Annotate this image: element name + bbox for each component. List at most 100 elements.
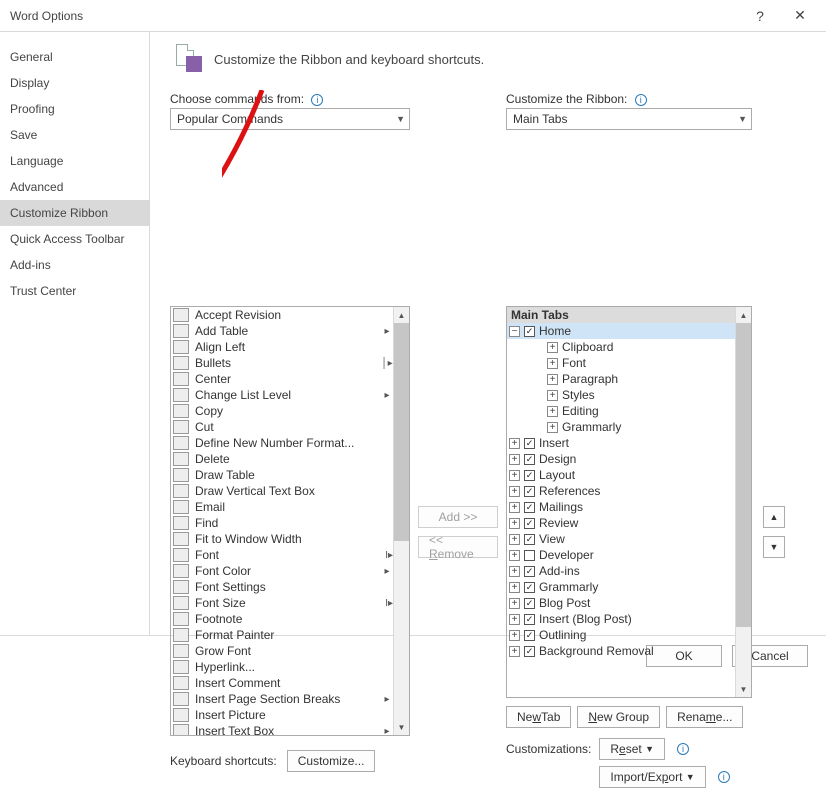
command-item[interactable]: Cut <box>171 419 393 435</box>
info-icon[interactable]: i <box>635 94 647 106</box>
new-tab-button[interactable]: New Tab <box>506 706 571 728</box>
expand-icon[interactable]: + <box>509 502 520 513</box>
checkbox[interactable]: ✓ <box>524 486 535 497</box>
commands-scrollbar[interactable]: ▲ ▼ <box>393 307 409 735</box>
expand-icon[interactable]: + <box>509 470 520 481</box>
command-item[interactable]: Accept Revision <box>171 307 393 323</box>
checkbox[interactable]: ✓ <box>524 598 535 609</box>
new-group-button[interactable]: New Group <box>577 706 660 728</box>
sidebar-item-customize-ribbon[interactable]: Customize Ribbon <box>0 200 149 226</box>
tree-subitem[interactable]: +Paragraph <box>507 371 735 387</box>
expand-icon[interactable]: + <box>509 630 520 641</box>
close-button[interactable]: ✕ <box>780 2 820 30</box>
expand-icon[interactable]: + <box>547 390 558 401</box>
expand-icon[interactable]: + <box>509 582 520 593</box>
tree-item[interactable]: +✓Outlining <box>507 627 735 643</box>
tree-item[interactable]: +✓Layout <box>507 467 735 483</box>
tree-scrollbar[interactable]: ▲ ▼ <box>735 307 751 697</box>
sidebar-item-trust[interactable]: Trust Center <box>0 278 149 304</box>
checkbox[interactable]: ✓ <box>524 614 535 625</box>
command-item[interactable]: Add Table▸ <box>171 323 393 339</box>
info-icon[interactable]: i <box>677 743 689 755</box>
tree-item[interactable]: +✓Add-ins <box>507 563 735 579</box>
expand-icon[interactable]: + <box>547 342 558 353</box>
sidebar-item-advanced[interactable]: Advanced <box>0 174 149 200</box>
expand-icon[interactable]: + <box>509 566 520 577</box>
expand-icon[interactable]: + <box>509 598 520 609</box>
checkbox[interactable]: ✓ <box>524 438 535 449</box>
expand-icon[interactable]: + <box>509 534 520 545</box>
commands-listbox[interactable]: Accept RevisionAdd Table▸Align LeftBulle… <box>170 306 410 736</box>
command-item[interactable]: Font Settings <box>171 579 393 595</box>
checkbox[interactable]: ✓ <box>524 646 535 657</box>
info-icon[interactable]: i <box>718 771 730 783</box>
sidebar-item-general[interactable]: General <box>0 44 149 70</box>
checkbox[interactable]: ✓ <box>524 454 535 465</box>
command-item[interactable]: Footnote <box>171 611 393 627</box>
tree-subitem[interactable]: +Clipboard <box>507 339 735 355</box>
tree-subitem[interactable]: +Styles <box>507 387 735 403</box>
scroll-up-icon[interactable]: ▲ <box>736 307 751 323</box>
tree-item[interactable]: +✓Design <box>507 451 735 467</box>
sidebar-item-display[interactable]: Display <box>0 70 149 96</box>
tree-item[interactable]: +✓Grammarly <box>507 579 735 595</box>
keyboard-customize-button[interactable]: Customize... <box>287 750 376 772</box>
command-item[interactable]: Draw Table <box>171 467 393 483</box>
tree-item[interactable]: +✓Insert <box>507 435 735 451</box>
command-item[interactable]: Insert Page Section Breaks▸ <box>171 691 393 707</box>
expand-icon[interactable]: + <box>547 422 558 433</box>
command-item[interactable]: Grow Font <box>171 643 393 659</box>
customize-ribbon-dropdown[interactable]: Main Tabs ▼ <box>506 108 752 130</box>
command-item[interactable]: Delete <box>171 451 393 467</box>
remove-button[interactable]: << Remove <box>418 536 498 558</box>
command-item[interactable]: Center <box>171 371 393 387</box>
tree-item[interactable]: +✓References <box>507 483 735 499</box>
tree-subitem[interactable]: +Editing <box>507 403 735 419</box>
expand-icon[interactable]: + <box>509 454 520 465</box>
expand-icon[interactable]: + <box>509 550 520 561</box>
command-item[interactable]: Find <box>171 515 393 531</box>
command-item[interactable]: Font SizeI▸ <box>171 595 393 611</box>
checkbox[interactable]: ✓ <box>524 326 535 337</box>
move-down-button[interactable]: ▼ <box>763 536 785 558</box>
tree-item[interactable]: +✓Review <box>507 515 735 531</box>
command-item[interactable]: Hyperlink... <box>171 659 393 675</box>
command-item[interactable]: Insert Comment <box>171 675 393 691</box>
expand-icon[interactable]: + <box>547 358 558 369</box>
expand-icon[interactable]: + <box>509 518 520 529</box>
collapse-icon[interactable]: − <box>509 326 520 337</box>
scroll-down-icon[interactable]: ▼ <box>394 719 409 735</box>
sidebar-item-qat[interactable]: Quick Access Toolbar <box>0 226 149 252</box>
info-icon[interactable]: i <box>311 94 323 106</box>
command-item[interactable]: Insert Text Box▸ <box>171 723 393 735</box>
checkbox[interactable]: ✓ <box>524 566 535 577</box>
checkbox[interactable]: ✓ <box>524 470 535 481</box>
move-up-button[interactable]: ▲ <box>763 506 785 528</box>
command-item[interactable]: Change List Level▸ <box>171 387 393 403</box>
expand-icon[interactable]: + <box>509 486 520 497</box>
command-item[interactable]: Email <box>171 499 393 515</box>
command-item[interactable]: Font Color▸ <box>171 563 393 579</box>
tree-item[interactable]: +✓Insert (Blog Post) <box>507 611 735 627</box>
scroll-up-icon[interactable]: ▲ <box>394 307 409 323</box>
tree-item[interactable]: +✓Mailings <box>507 499 735 515</box>
sidebar-item-save[interactable]: Save <box>0 122 149 148</box>
expand-icon[interactable]: + <box>547 406 558 417</box>
import-export-button[interactable]: Import/Export ▼ <box>599 766 705 788</box>
add-button[interactable]: Add >> <box>418 506 498 528</box>
tree-subitem[interactable]: +Font <box>507 355 735 371</box>
tree-item[interactable]: +✓View <box>507 531 735 547</box>
reset-button[interactable]: Reset ▼ <box>599 738 665 760</box>
sidebar-item-addins[interactable]: Add-ins <box>0 252 149 278</box>
checkbox[interactable]: ✓ <box>524 534 535 545</box>
tree-item-home[interactable]: −✓Home <box>507 323 735 339</box>
expand-icon[interactable]: + <box>509 614 520 625</box>
choose-commands-dropdown[interactable]: Popular Commands ▼ <box>170 108 410 130</box>
checkbox[interactable] <box>524 550 535 561</box>
tree-item[interactable]: +✓Background Removal <box>507 643 735 659</box>
command-item[interactable]: Bullets│▸ <box>171 355 393 371</box>
checkbox[interactable]: ✓ <box>524 502 535 513</box>
help-button[interactable]: ? <box>740 2 780 30</box>
tree-item[interactable]: +✓Blog Post <box>507 595 735 611</box>
sidebar-item-language[interactable]: Language <box>0 148 149 174</box>
